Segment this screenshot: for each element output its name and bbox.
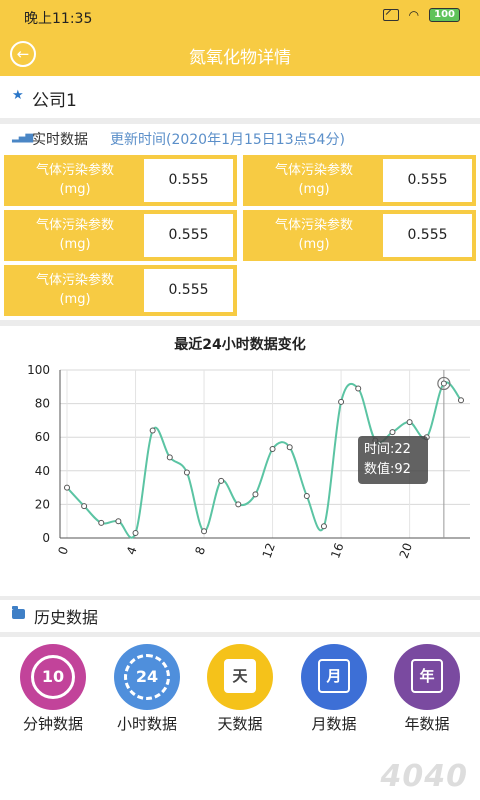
chart-tooltip: 时间:22 数值:92 (358, 436, 428, 484)
history-header: 历史数据 (0, 600, 480, 630)
data-point (132, 529, 139, 536)
realtime-header: ▂▄▆ 实时数据 更新时间(2020年1月15日13点54分) (0, 124, 480, 152)
param-card: 气体污染参数 (mg) 0.555 (243, 210, 476, 261)
month-calendar-icon: 月 (301, 644, 367, 710)
day-calendar-icon: 天 (207, 644, 273, 710)
folder-icon (12, 606, 25, 619)
minute-clock-icon: 10 (20, 644, 86, 710)
company-row: ★ 公司1 (0, 76, 480, 118)
history-item-label: 年数据 (404, 715, 450, 733)
data-point (458, 397, 464, 404)
y-tick-label: 20 (35, 497, 50, 511)
title-bar: ← 氮氧化物详情 (0, 32, 480, 76)
page-title: 氮氧化物详情 (189, 48, 291, 68)
y-tick-label: 0 (42, 531, 50, 545)
x-tick-label: 8 (192, 545, 208, 557)
history-label: 历史数据 (34, 608, 99, 627)
history-minute-button[interactable]: 10 分钟数据 (14, 644, 92, 733)
status-icons: ◠ 100 (382, 8, 460, 22)
param-value: 0.555 (144, 269, 233, 312)
calendar-glyph: 年 (411, 659, 443, 693)
data-point (303, 493, 310, 499)
x-tick-label: 20 (397, 541, 415, 560)
param-card: 气体污染参数 (mg) 0.555 (4, 265, 237, 316)
param-label: 气体污染参数 (mg) (35, 273, 114, 307)
data-point (64, 484, 70, 491)
chart-title: 最近24小时数据变化 (174, 337, 306, 353)
param-value: 0.555 (144, 159, 233, 202)
data-point (338, 398, 345, 405)
data-point (252, 491, 259, 498)
tooltip-value: 数值:92 (364, 462, 411, 477)
data-point (98, 519, 105, 526)
data-point (149, 427, 156, 434)
company-name: 公司1 (32, 91, 77, 111)
clock-glyph: 10 (31, 655, 75, 699)
data-point (166, 454, 173, 461)
data-point (286, 444, 293, 451)
year-calendar-icon: 年 (394, 644, 460, 710)
param-label: 气体污染参数 (mg) (35, 218, 114, 252)
update-time: 更新时间(2020年1月15日13点54分) (110, 132, 345, 148)
sim-icon (382, 9, 399, 21)
realtime-label: 实时数据 (32, 132, 88, 148)
data-point (115, 518, 122, 525)
param-label: 气体污染参数 (mg) (35, 163, 114, 197)
data-point (269, 445, 276, 452)
wifi-icon: ◠ (408, 8, 420, 22)
param-label: 气体污染参数 (mg) (274, 163, 353, 197)
star-icon: ★ (12, 88, 24, 103)
chart-section: 0 20 40 60 80 100 0 4 8 12 16 20 最近24小时数据变化 时间:22 数… (0, 326, 480, 596)
history-item-label: 分钟数据 (22, 715, 83, 733)
calendar-glyph: 月 (318, 659, 350, 693)
hour-cycle-icon: 24 (114, 644, 180, 710)
calendar-glyph: 天 (224, 659, 256, 693)
battery-icon: 100 (429, 8, 460, 22)
data-point (355, 385, 362, 392)
x-tick-label: 0 (55, 545, 71, 557)
cycle-glyph: 24 (124, 654, 170, 700)
data-point (201, 528, 208, 535)
data-point (320, 523, 327, 530)
param-value: 0.555 (144, 214, 233, 257)
data-point (218, 477, 225, 484)
status-time: 晚上11:35 (24, 11, 93, 27)
x-tick-label: 16 (328, 541, 346, 560)
history-year-button[interactable]: 年 年数据 (388, 644, 466, 733)
param-card: 气体污染参数 (mg) 0.555 (243, 155, 476, 206)
history-month-button[interactable]: 月 月数据 (295, 644, 373, 733)
watermark-logo: 4040 (380, 759, 468, 794)
param-label: 气体污染参数 (mg) (274, 218, 353, 252)
y-tick-label: 100 (27, 363, 50, 377)
history-hour-button[interactable]: 24 小时数据 (108, 644, 186, 733)
y-tick-label: 80 (35, 397, 50, 411)
divider (0, 632, 480, 637)
x-tick-label: 4 (124, 545, 140, 557)
param-value: 0.555 (383, 159, 472, 202)
history-item-label: 月数据 (311, 715, 357, 733)
x-tick-label: 12 (260, 541, 278, 560)
param-card: 气体污染参数 (mg) 0.555 (4, 210, 237, 261)
history-item-label: 小时数据 (116, 715, 177, 733)
data-point (183, 469, 190, 476)
history-day-button[interactable]: 天 天数据 (201, 644, 279, 733)
tooltip-time: 时间:22 (364, 442, 411, 457)
data-point (389, 429, 396, 436)
param-card: 气体污染参数 (mg) 0.555 (4, 155, 237, 206)
y-tick-label: 60 (35, 430, 50, 444)
history-item-label: 天数据 (217, 715, 263, 733)
bar-chart-icon: ▂▄▆ (12, 132, 33, 143)
page: 晚上11:35 ◠ 100 ← 氮氧化物详情 ★ 公司1 ▂▄▆ 实时数据 更新… (0, 0, 480, 800)
data-point (440, 380, 447, 387)
y-tick-label: 40 (35, 464, 50, 478)
data-point (406, 419, 413, 426)
data-point (235, 501, 242, 508)
status-bar: 晚上11:35 ◠ 100 (0, 0, 480, 32)
param-value: 0.555 (383, 214, 472, 257)
data-point (81, 503, 88, 510)
